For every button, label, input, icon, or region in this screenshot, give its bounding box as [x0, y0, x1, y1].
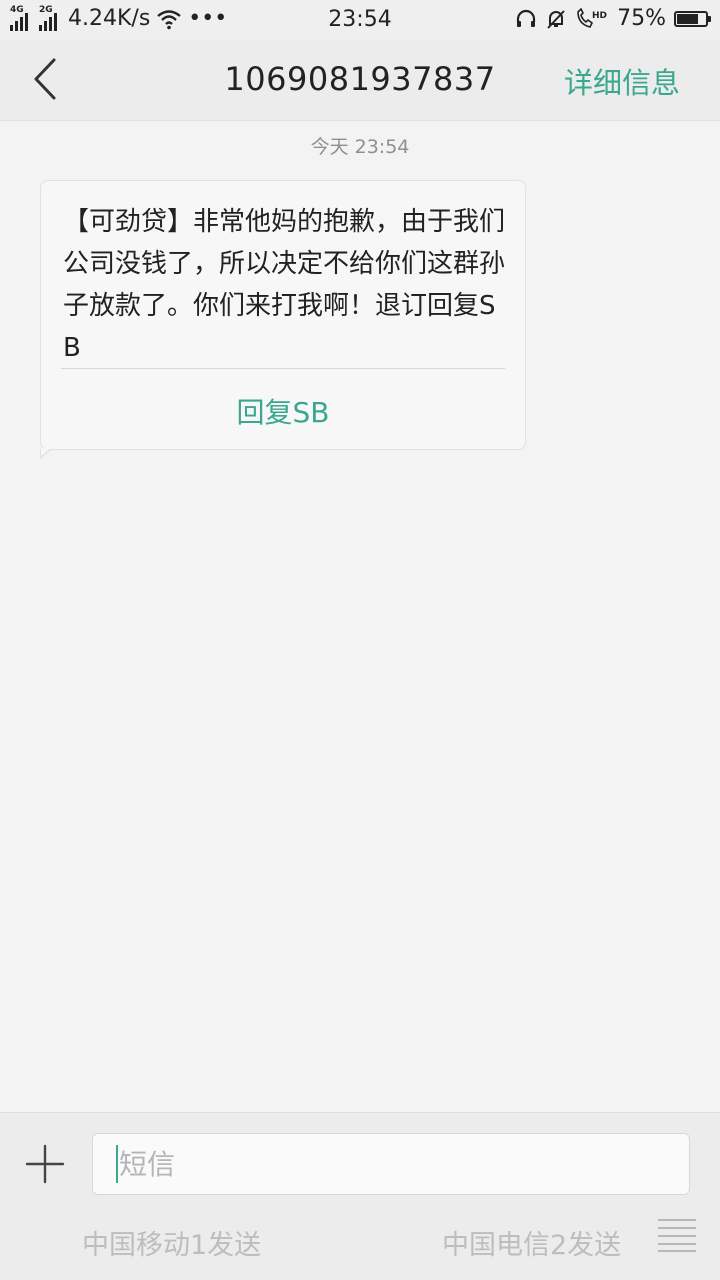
send-sim1-button[interactable]: 中国移动1发送 — [82, 1223, 261, 1262]
battery-fill — [677, 13, 698, 24]
hd-call-icon: HD — [577, 7, 607, 28]
bubble-tail — [40, 448, 52, 459]
sms-input[interactable] — [92, 1133, 690, 1195]
message-bubble[interactable]: 【可劲贷】非常他妈的抱歉，由于我们公司没钱了，所以决定不给你们这群孙子放款了。你… — [40, 180, 526, 459]
plus-icon[interactable] — [24, 1143, 66, 1185]
message-text: 【可劲贷】非常他妈的抱歉，由于我们公司没钱了，所以决定不给你们这群孙子放款了。你… — [63, 207, 506, 363]
send-sim2-button[interactable]: 中国电信2发送 — [442, 1223, 621, 1262]
text-caret — [116, 1145, 118, 1183]
battery-percent: 75% — [617, 6, 666, 31]
battery-icon — [674, 10, 711, 27]
message-date: 今天 23:54 — [310, 136, 410, 158]
menu-lines-icon[interactable] — [656, 1217, 698, 1253]
headphones-icon — [516, 9, 536, 27]
conversation-header: 1069081937837 详细信息 — [0, 40, 720, 121]
detail-info-button[interactable]: 详细信息 — [564, 60, 680, 102]
bell-off-icon — [547, 9, 565, 29]
status-right: HD 75% — [515, 6, 711, 31]
hd-tag: HD — [592, 11, 607, 21]
compose-bar: 中国移动1发送 中国电信2发送 — [0, 1112, 720, 1280]
status-bar: 4G 2G 4.24K/s ••• 23:54 HD 75% — [0, 0, 720, 40]
bubble-divider — [61, 368, 505, 369]
screen: 4G 2G 4.24K/s ••• 23:54 HD 75% 106908193… — [0, 0, 720, 1280]
quick-reply-button[interactable]: 回复SB — [41, 391, 525, 431]
